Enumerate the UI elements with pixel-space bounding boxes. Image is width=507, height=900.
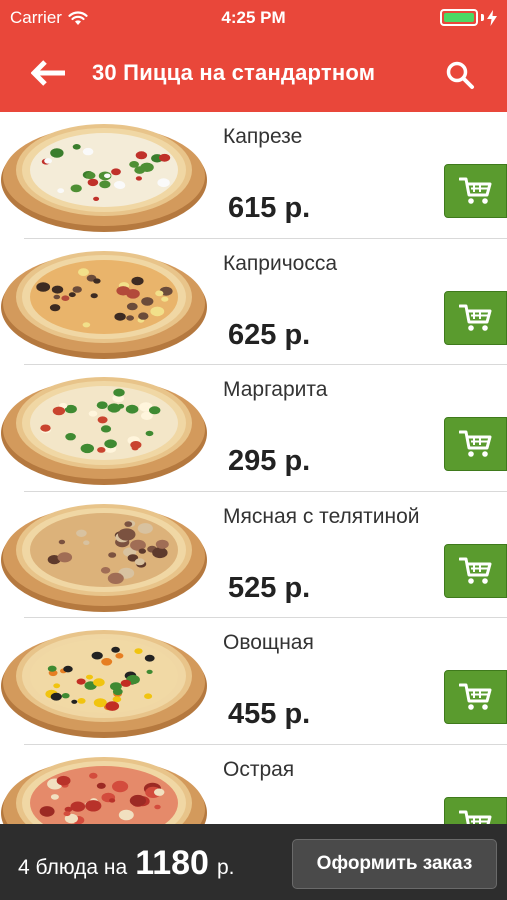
shopping-cart-icon	[458, 177, 491, 204]
pizza-image	[0, 241, 208, 361]
charging-icon	[487, 9, 497, 26]
item-name: Капричосса	[223, 251, 337, 275]
currency-label: р.	[216, 856, 235, 879]
menu-item[interactable]: Мясная с телятиной 525 р.	[0, 492, 507, 618]
pizza-image	[0, 620, 208, 740]
search-button[interactable]	[443, 58, 477, 92]
item-name: Острая	[223, 757, 295, 781]
navigation-bar: 30 Пицца на стандартном	[0, 40, 507, 108]
add-to-cart-button[interactable]	[444, 796, 507, 824]
item-price: 525 р.	[228, 571, 311, 604]
menu-item[interactable]: Маргарита 295 р.	[0, 365, 507, 492]
shopping-cart-icon	[458, 430, 491, 457]
item-price: 455 р.	[228, 698, 311, 730]
menu-item[interactable]: Капрезе 615 р.	[0, 112, 507, 239]
pizza-image	[0, 367, 208, 487]
add-to-cart-button[interactable]	[444, 670, 507, 724]
pizza-image	[0, 494, 208, 614]
summary-text: 4 блюда на	[18, 856, 128, 879]
item-name: Овощная	[223, 631, 314, 654]
pizza-image	[0, 114, 208, 234]
battery-icon	[440, 9, 497, 26]
status-bar: Carrier 4:25 PM	[0, 0, 507, 36]
menu-item[interactable]: Капричосса 625 р.	[0, 239, 507, 365]
item-name: Мясная с телятиной	[223, 504, 420, 528]
page-title: 30 Пицца на стандартном	[92, 60, 376, 85]
add-to-cart-button[interactable]	[444, 290, 507, 345]
shopping-cart-icon	[458, 304, 491, 331]
add-to-cart-button[interactable]	[444, 417, 507, 471]
checkout-button[interactable]: Оформить заказ	[292, 839, 497, 889]
item-price: 615 р.	[228, 192, 311, 224]
add-to-cart-button[interactable]	[444, 543, 507, 598]
pizza-image	[0, 747, 208, 824]
header: Carrier 4:25 PM 30 Пицца на стандартном	[0, 0, 507, 112]
shopping-cart-icon	[458, 557, 491, 584]
shopping-cart-icon	[458, 810, 491, 824]
shopping-cart-icon	[458, 683, 491, 710]
search-icon	[446, 61, 474, 89]
item-price: 295 р.	[228, 445, 311, 477]
menu-list[interactable]: Капрезе 615 р. Капричосса 625 р. Маргарита 29…	[0, 112, 507, 824]
menu-item[interactable]: Острая	[0, 745, 507, 824]
order-footer: 4 блюда на 1180 р. Оформить заказ	[0, 824, 507, 900]
item-name: Капрезе	[223, 125, 303, 148]
menu-item[interactable]: Овощная 455 р.	[0, 618, 507, 745]
item-name: Маргарита	[223, 378, 328, 401]
back-arrow-icon	[31, 60, 65, 86]
order-summary: 4 блюда на 1180 р.	[18, 844, 234, 883]
add-to-cart-button[interactable]	[444, 164, 507, 218]
back-button[interactable]	[28, 58, 68, 88]
item-price: 625 р.	[228, 318, 311, 351]
order-total: 1180	[135, 844, 209, 882]
clock: 4:25 PM	[221, 8, 286, 27]
